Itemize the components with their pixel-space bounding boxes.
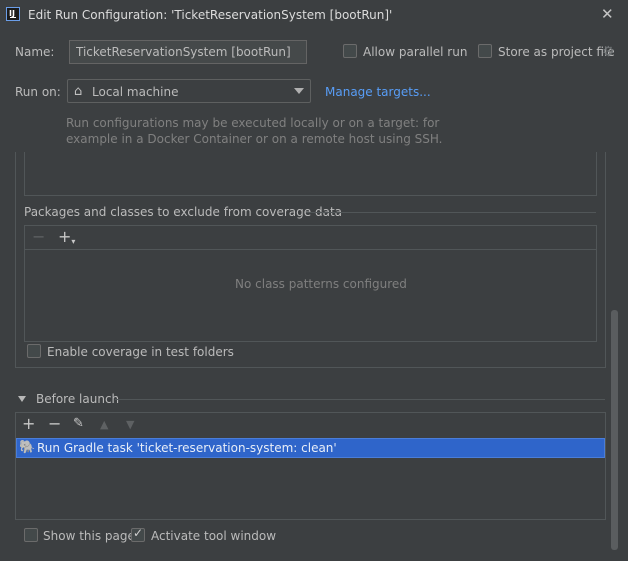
move-down-icon[interactable]: ▼ bbox=[126, 417, 134, 433]
home-icon: ⌂ bbox=[74, 84, 83, 99]
allow-parallel-label: Allow parallel run bbox=[363, 45, 468, 59]
include-patterns-list bbox=[24, 152, 597, 196]
empty-list-text: No class patterns configured bbox=[235, 277, 407, 291]
enable-test-folders-checkbox[interactable] bbox=[27, 344, 41, 358]
name-field[interactable] bbox=[69, 40, 307, 64]
add-icon[interactable]: + bbox=[22, 416, 35, 432]
run-on-value: Local machine bbox=[92, 85, 179, 99]
run-on-combo[interactable]: ⌂ Local machine bbox=[67, 79, 311, 103]
window-title: Edit Run Configuration: 'TicketReservati… bbox=[28, 8, 393, 22]
section-divider bbox=[306, 212, 596, 213]
remove-icon[interactable]: − bbox=[48, 416, 61, 432]
task-label: Run Gradle task 'ticket-reservation-syst… bbox=[37, 441, 337, 455]
run-on-label: Run on: bbox=[15, 85, 61, 99]
name-label: Name: bbox=[15, 45, 55, 59]
show-page-checkbox[interactable] bbox=[24, 528, 38, 542]
section-divider bbox=[115, 399, 605, 400]
intellij-icon: IJ bbox=[6, 7, 20, 21]
run-on-hint-line1: Run configurations may be executed local… bbox=[66, 116, 440, 130]
allow-parallel-checkbox[interactable] bbox=[343, 44, 357, 58]
gear-icon[interactable]: ⚙ bbox=[602, 44, 615, 60]
list-item[interactable]: 🐘 Run Gradle task 'ticket-reservation-sy… bbox=[16, 438, 605, 458]
exclude-section-header: Packages and classes to exclude from cov… bbox=[24, 205, 343, 219]
scrollbar[interactable] bbox=[611, 310, 618, 550]
chevron-down-icon bbox=[294, 88, 304, 94]
collapse-icon[interactable] bbox=[18, 396, 26, 402]
gradle-elephant-icon: 🐘 bbox=[19, 440, 36, 455]
run-on-hint-line2: example in a Docker Container or on a re… bbox=[66, 132, 443, 146]
activate-tool-window-checkbox[interactable] bbox=[131, 526, 145, 542]
toolbar-divider bbox=[25, 249, 596, 250]
activate-tool-window-label: Activate tool window bbox=[151, 529, 277, 543]
store-project-checkbox[interactable] bbox=[478, 44, 492, 58]
before-launch-header: Before launch bbox=[36, 392, 120, 406]
manage-targets-link[interactable]: Manage targets... bbox=[325, 85, 431, 99]
move-up-icon[interactable]: ▲ bbox=[100, 417, 108, 433]
remove-icon[interactable]: − bbox=[32, 229, 45, 245]
store-project-label: Store as project file bbox=[498, 45, 615, 59]
edit-icon[interactable]: ✎ bbox=[73, 416, 84, 432]
show-page-label: Show this page bbox=[43, 529, 135, 543]
add-dropdown-icon[interactable]: +▾ bbox=[58, 229, 75, 248]
close-icon[interactable]: ✕ bbox=[601, 5, 614, 23]
enable-test-folders-label: Enable coverage in test folders bbox=[47, 345, 234, 359]
